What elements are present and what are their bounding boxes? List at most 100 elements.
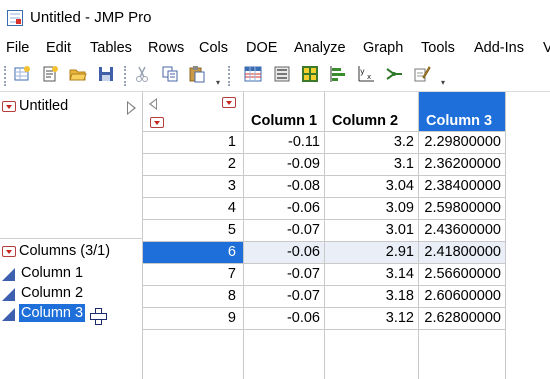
table-row[interactable]: 1 -0.11 3.2 2.29800000 [143, 132, 550, 154]
collapse-panel-arrow-icon[interactable] [127, 101, 136, 115]
row-number[interactable]: 7 [143, 264, 244, 286]
row-number[interactable]: 9 [143, 308, 244, 330]
cell-column-3[interactable]: 2.56600000 [419, 264, 506, 286]
bar-chart-icon[interactable] [329, 65, 347, 83]
cell-column-2[interactable]: 3.14 [325, 264, 419, 286]
cell-column-3[interactable]: 2.62800000 [419, 308, 506, 330]
cell-column-3[interactable]: 2.43600000 [419, 220, 506, 242]
continuous-column-icon [2, 268, 15, 281]
cell-column-1[interactable]: -0.09 [244, 154, 325, 176]
move-cursor-icon [90, 308, 107, 325]
cell-column-1[interactable]: -0.06 [244, 198, 325, 220]
column-header-2[interactable]: Column 2 [325, 92, 419, 132]
columns-panel-header: Columns (3/1) [0, 242, 143, 262]
row-number[interactable]: 6 [143, 242, 244, 264]
column-header-label: Column 1 [251, 113, 318, 129]
menu-tables[interactable]: Tables [90, 38, 132, 58]
row-number[interactable]: 3 [143, 176, 244, 198]
cell-column-3[interactable]: 2.41800000 [419, 242, 506, 264]
menu-tools[interactable]: Tools [421, 38, 455, 58]
grid-line [418, 92, 419, 379]
column-list-item-selected[interactable]: Column 3 [0, 304, 143, 324]
select-all-triangle-icon[interactable] [149, 98, 157, 110]
column-list-label: Column 1 [21, 265, 84, 281]
row-number[interactable]: 4 [143, 198, 244, 220]
menu-rows[interactable]: Rows [148, 38, 184, 58]
cell-column-3[interactable]: 2.38400000 [419, 176, 506, 198]
column-header-1[interactable]: Column 1 [244, 92, 325, 132]
menu-add-ins[interactable]: Add-Ins [474, 38, 524, 58]
cell-column-1[interactable]: -0.11 [244, 132, 325, 154]
columns-red-triangle-menu-icon[interactable] [2, 246, 16, 257]
cell-column-2[interactable]: 3.1 [325, 154, 419, 176]
row-number[interactable]: 8 [143, 286, 244, 308]
table-row[interactable]: 9 -0.06 3.12 2.62800000 [143, 308, 550, 330]
table-red-triangle-menu-icon[interactable] [2, 101, 16, 112]
fit-model-icon[interactable]: y x [357, 65, 375, 83]
cell-column-2[interactable]: 3.09 [325, 198, 419, 220]
menu-view[interactable]: V [543, 38, 550, 58]
table-row[interactable]: 5 -0.07 3.01 2.43600000 [143, 220, 550, 242]
cell-column-2[interactable]: 3.04 [325, 176, 419, 198]
table-row[interactable]: 3 -0.08 3.04 2.38400000 [143, 176, 550, 198]
cell-column-3[interactable]: 2.59800000 [419, 198, 506, 220]
cell-column-1[interactable]: -0.07 [244, 220, 325, 242]
cell-column-3[interactable]: 2.60600000 [419, 286, 506, 308]
row-number[interactable]: 1 [143, 132, 244, 154]
row-number[interactable]: 2 [143, 154, 244, 176]
table-row[interactable]: 8 -0.07 3.18 2.60600000 [143, 286, 550, 308]
grid-line [324, 92, 325, 379]
cell-column-1[interactable]: -0.06 [244, 242, 325, 264]
menu-file[interactable]: File [6, 38, 29, 58]
row-number[interactable]: 5 [143, 220, 244, 242]
distribution-icon[interactable] [273, 65, 291, 83]
column-header-3-selected[interactable]: Column 3 [419, 92, 506, 132]
continuous-column-icon [2, 308, 15, 321]
panel-divider[interactable] [0, 238, 143, 239]
rows-header-red-triangle-icon[interactable] [150, 117, 164, 128]
columns-header-red-triangle-icon[interactable] [222, 97, 236, 108]
save-icon[interactable] [97, 65, 115, 83]
cut-icon[interactable] [133, 65, 151, 83]
column-list-item[interactable]: Column 1 [0, 264, 143, 284]
toolbar-overflow-chevron-icon[interactable]: ▾ [441, 78, 445, 87]
edit-icon[interactable] [413, 65, 431, 83]
toolbar-grip[interactable] [4, 66, 6, 86]
table-row[interactable]: 7 -0.07 3.14 2.56600000 [143, 264, 550, 286]
cell-column-1[interactable]: -0.06 [244, 308, 325, 330]
cell-column-1[interactable]: -0.07 [244, 264, 325, 286]
table-row[interactable]: 6 -0.06 2.91 2.41800000 [143, 242, 550, 264]
new-script-icon[interactable] [41, 65, 59, 83]
open-folder-icon[interactable] [69, 65, 87, 83]
paste-icon[interactable] [188, 65, 206, 83]
cell-column-1[interactable]: -0.07 [244, 286, 325, 308]
cell-column-3[interactable]: 2.36200000 [419, 154, 506, 176]
cell-column-1[interactable]: -0.08 [244, 176, 325, 198]
cell-column-3[interactable]: 2.29800000 [419, 132, 506, 154]
partition-icon[interactable] [385, 65, 403, 83]
cell-column-2[interactable]: 3.12 [325, 308, 419, 330]
jmp-table-icon [7, 10, 23, 26]
cell-column-2[interactable]: 3.01 [325, 220, 419, 242]
new-data-table-icon[interactable] [13, 65, 31, 83]
menu-graph[interactable]: Graph [363, 38, 403, 58]
copy-icon[interactable] [161, 65, 179, 83]
menu-edit[interactable]: Edit [46, 38, 71, 58]
svg-text:x: x [367, 73, 371, 81]
table-panel-header: Untitled [0, 97, 143, 117]
cell-column-2[interactable]: 3.2 [325, 132, 419, 154]
menu-doe[interactable]: DOE [246, 38, 277, 58]
table-name: Untitled [19, 98, 69, 114]
table-row[interactable]: 4 -0.06 3.09 2.59800000 [143, 198, 550, 220]
cell-column-2[interactable]: 2.91 [325, 242, 419, 264]
paste-dropdown-chevron-icon[interactable]: ▾ [216, 78, 220, 87]
cell-column-2[interactable]: 3.18 [325, 286, 419, 308]
data-table-grid-icon[interactable] [244, 65, 262, 83]
menu-bar: File Edit Tables Rows Cols DOE Analyze G… [0, 38, 550, 58]
menu-analyze[interactable]: Analyze [294, 38, 346, 58]
column-list-label: Column 2 [21, 285, 84, 301]
menu-cols[interactable]: Cols [199, 38, 228, 58]
table-row[interactable]: 2 -0.09 3.1 2.36200000 [143, 154, 550, 176]
fit-y-by-x-icon[interactable] [301, 65, 319, 83]
column-list-item[interactable]: Column 2 [0, 284, 143, 304]
